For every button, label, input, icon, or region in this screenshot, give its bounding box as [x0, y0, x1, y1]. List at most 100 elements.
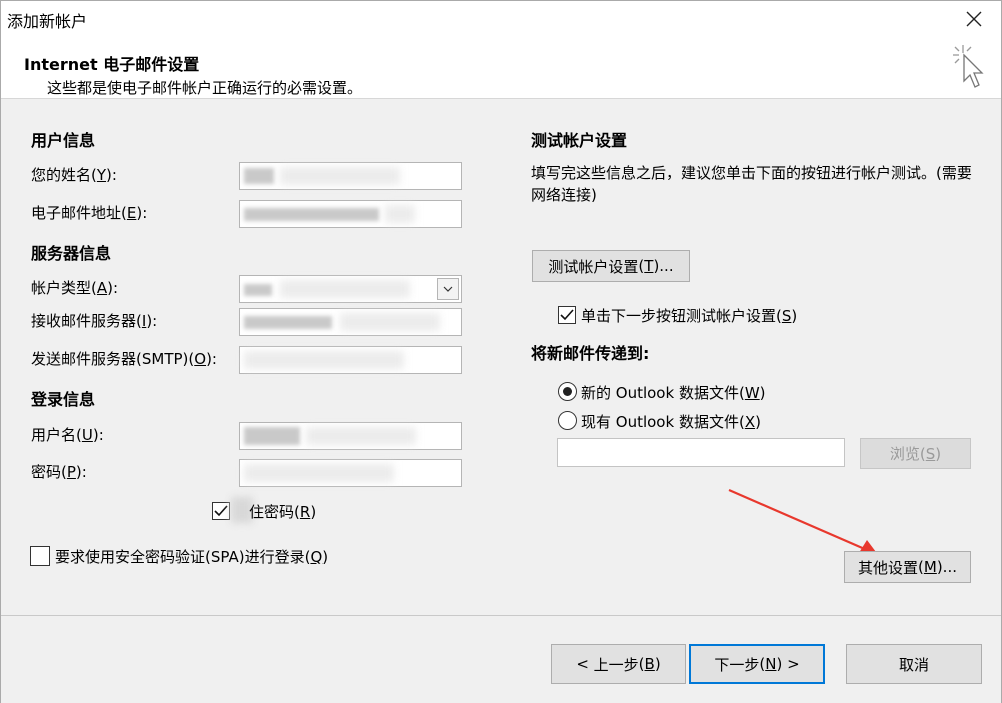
redaction-blur [244, 351, 404, 369]
page-title: Internet 电子邮件设置 [24, 55, 200, 74]
account-type-label-text: 帐户类型 [31, 279, 92, 297]
data-file-path-input[interactable] [557, 438, 845, 467]
redaction-blur [306, 427, 416, 445]
browse-button[interactable]: 浏览(S) [860, 438, 971, 469]
password-label-text: 密码 [31, 463, 62, 481]
auto-test-checkbox[interactable] [558, 306, 576, 324]
dropdown-button[interactable] [437, 278, 459, 300]
redaction-blur [280, 167, 400, 185]
browse-button-key: S [925, 444, 936, 463]
username-input[interactable] [239, 422, 462, 450]
next-button-key: N [765, 655, 777, 673]
name-input[interactable] [239, 162, 462, 190]
test-account-button-key: T [644, 257, 654, 275]
auto-test-label: 单击下一步按钮测试帐户设置(S) [581, 307, 798, 325]
outgoing-server-input[interactable] [239, 346, 462, 374]
new-data-file-label-key: W [744, 384, 760, 402]
account-type-select[interactable] [239, 275, 462, 303]
username-label-key: U [81, 426, 93, 444]
test-account-button[interactable]: 测试帐户设置(T)... [532, 250, 690, 282]
new-data-file-label: 新的 Outlook 数据文件(W) [581, 384, 766, 402]
email-label-key: E [126, 204, 137, 222]
dialog-header: Internet 电子邮件设置 这些都是使电子邮件帐户正确运行的必需设置。 [1, 37, 1001, 99]
back-button[interactable]: < 上一步(B) [551, 644, 686, 684]
login-info-heading: 登录信息 [31, 390, 96, 409]
remember-password-label-key: R [299, 503, 311, 521]
redaction-blur [280, 280, 410, 298]
auto-test-label-text: 单击下一步按钮测试帐户设置 [581, 307, 777, 325]
username-label: 用户名(U): [31, 426, 104, 444]
spa-checkbox[interactable] [30, 546, 50, 566]
redaction-blur [244, 284, 272, 296]
back-button-key: B [644, 655, 655, 673]
new-data-file-label-text: 新的 Outlook 数据文件 [581, 384, 739, 402]
incoming-server-input[interactable] [239, 308, 462, 336]
cancel-button[interactable]: 取消 [846, 644, 982, 684]
spa-label-key: Q [310, 548, 323, 566]
checkmark-icon [560, 309, 574, 321]
browse-button-label: 浏览 [889, 445, 920, 463]
account-type-label-key: A [96, 279, 108, 297]
server-info-heading: 服务器信息 [31, 244, 112, 263]
next-button-label: 下一步 [714, 655, 760, 674]
title-bar: 添加新帐户 [1, 1, 1001, 37]
password-input[interactable] [239, 459, 462, 487]
more-settings-button[interactable]: 其他设置(M)... [844, 551, 971, 583]
page-subtitle: 这些都是使电子邮件帐户正确运行的必需设置。 [47, 79, 363, 97]
checkmark-icon [214, 505, 228, 517]
cancel-button-label: 取消 [898, 655, 929, 674]
user-info-heading: 用户信息 [31, 131, 96, 150]
dialog-footer: < 上一步(B) 下一步(N) > 取消 [1, 616, 1001, 703]
existing-data-file-radio[interactable] [558, 411, 577, 430]
incoming-server-label: 接收邮件服务器(I): [31, 312, 158, 330]
redaction-blur [244, 427, 300, 445]
auto-test-label-key: S [781, 307, 792, 325]
back-button-label: 上一步 [593, 655, 639, 674]
password-label-key: P [66, 463, 76, 481]
new-data-file-radio[interactable] [558, 382, 577, 401]
name-label-key: Y [96, 166, 107, 184]
redaction-blur [244, 168, 274, 184]
test-settings-description: 填写完这些信息之后，建议您单击下面的按钮进行帐户测试。(需要网络连接) [531, 164, 972, 204]
existing-data-file-label-text: 现有 Outlook 数据文件 [581, 413, 739, 431]
cursor-click-icon [953, 45, 984, 88]
next-button[interactable]: 下一步(N) > [689, 644, 825, 684]
existing-data-file-label-key: X [744, 413, 756, 431]
email-input[interactable] [239, 200, 462, 228]
settings-content: 用户信息 您的姓名(Y): 电子邮件地址(E): 服务器信息 帐户类型(A): [1, 99, 1001, 615]
outgoing-server-label-key: O [194, 350, 207, 368]
test-settings-heading: 测试帐户设置 [531, 131, 628, 150]
incoming-server-label-key: I [141, 312, 147, 330]
deliver-to-heading: 将新邮件传递到: [531, 344, 650, 363]
close-icon [966, 11, 982, 27]
chevron-down-icon [443, 286, 453, 292]
name-label: 您的姓名(Y): [31, 166, 117, 184]
remember-password-label-text: 住密码 [249, 503, 295, 521]
window-title: 添加新帐户 [7, 12, 88, 31]
account-type-label: 帐户类型(A): [31, 279, 119, 297]
spa-label-text: 要求使用安全密码验证(SPA)进行登录 [55, 548, 305, 566]
outgoing-server-label: 发送邮件服务器(SMTP)(O): [31, 350, 217, 368]
radio-selected-dot [563, 387, 572, 396]
redaction-blur [244, 464, 394, 482]
redaction-blur [244, 208, 379, 221]
more-settings-button-key: M [923, 558, 937, 576]
email-label: 电子邮件地址(E): [31, 204, 148, 222]
more-settings-button-label: 其他设置 [858, 558, 919, 577]
outgoing-server-label-text: 发送邮件服务器(SMTP) [31, 350, 189, 368]
remember-password-checkbox[interactable] [212, 502, 230, 520]
remember-password-label: 住密码(R) [249, 503, 317, 521]
spa-label: 要求使用安全密码验证(SPA)进行登录(Q) [55, 548, 329, 566]
password-label: 密码(P): [31, 463, 87, 481]
name-label-text: 您的姓名 [31, 166, 92, 184]
redaction-blur [244, 316, 332, 329]
email-label-text: 电子邮件地址 [31, 204, 122, 222]
username-label-text: 用户名 [31, 426, 77, 444]
close-button[interactable] [961, 7, 987, 31]
incoming-server-label-text: 接收邮件服务器 [31, 312, 137, 330]
redaction-blur [385, 205, 415, 223]
add-account-dialog: 添加新帐户 Internet 电子邮件设置 这些都是使电子邮件帐户正确运行的必需… [0, 0, 1002, 703]
redaction-blur [340, 313, 440, 331]
existing-data-file-label: 现有 Outlook 数据文件(X) [581, 413, 761, 431]
test-account-button-label: 测试帐户设置 [548, 257, 639, 276]
